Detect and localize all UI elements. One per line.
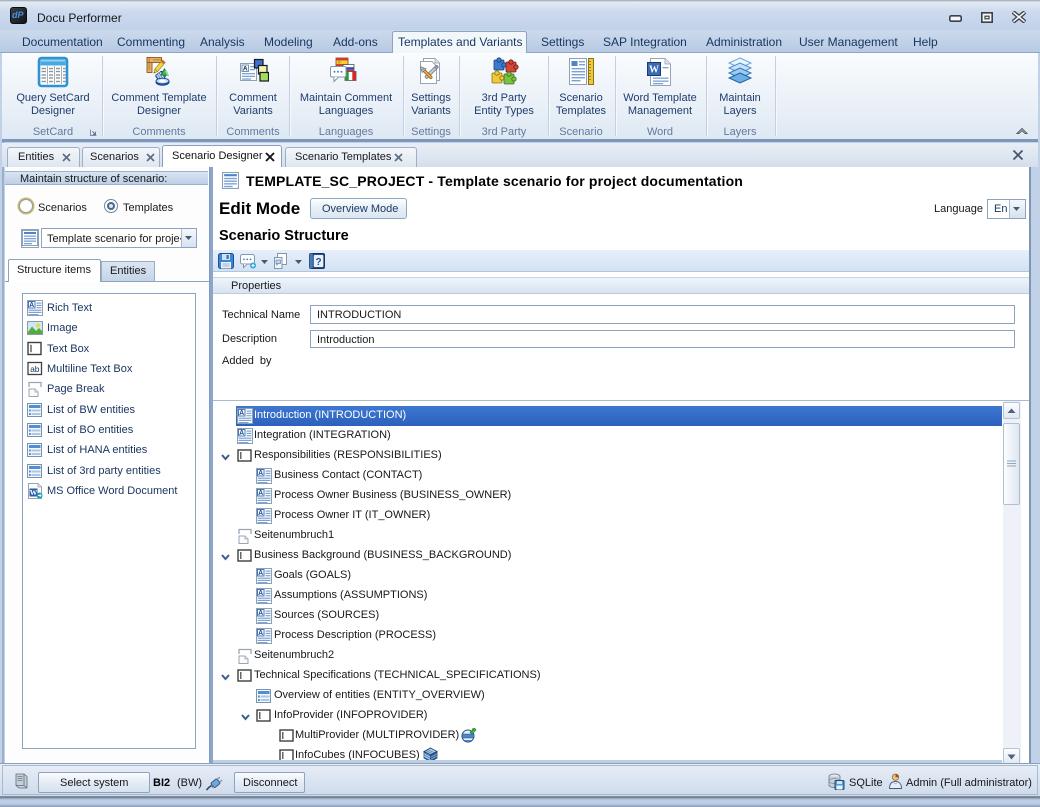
- svg-text:A: A: [258, 570, 263, 577]
- svg-text:A: A: [239, 430, 244, 437]
- svg-text:?: ?: [316, 257, 322, 268]
- svg-text:W: W: [649, 65, 659, 76]
- svg-text:A: A: [258, 510, 263, 517]
- svg-text:A: A: [258, 630, 263, 637]
- svg-text:A: A: [29, 302, 34, 309]
- svg-text:A: A: [258, 470, 263, 477]
- svg-text:ab: ab: [30, 364, 40, 374]
- svg-text:A: A: [243, 66, 248, 73]
- svg-text:A: A: [258, 610, 263, 617]
- svg-text:A: A: [258, 590, 263, 597]
- svg-text:A: A: [258, 490, 263, 497]
- svg-text:A: A: [239, 410, 244, 417]
